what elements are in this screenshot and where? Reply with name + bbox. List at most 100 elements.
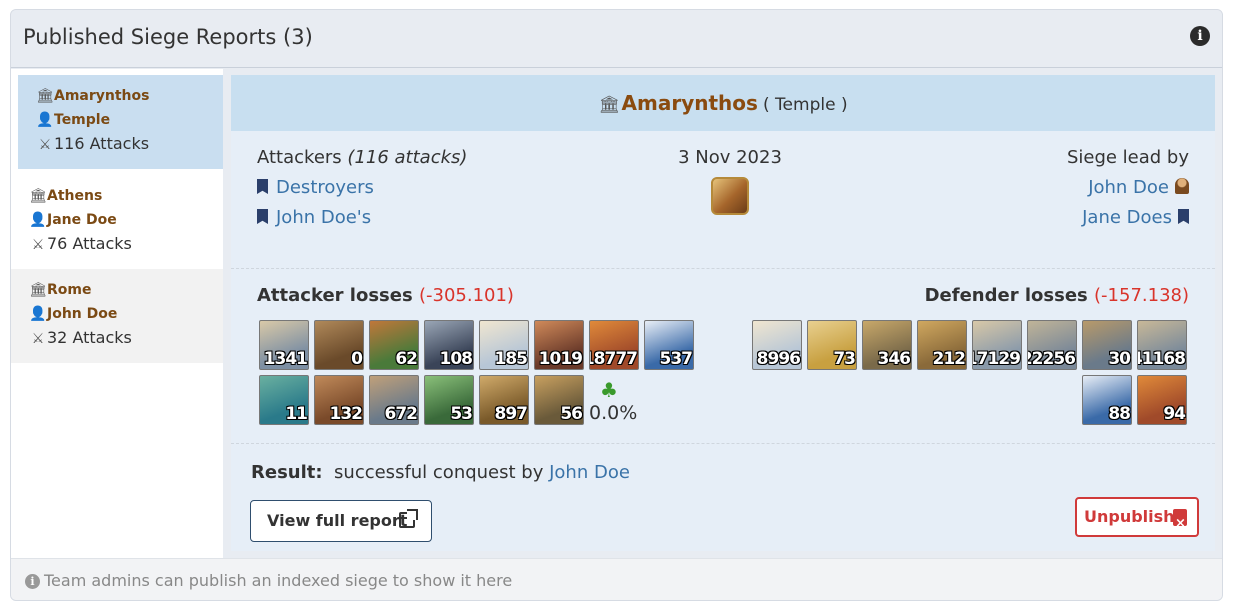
- trash-icon: [1173, 506, 1187, 542]
- attackers-column: Attackers (116 attacks) Destroyers John …: [257, 143, 467, 233]
- attack-count: 32 Attacks: [47, 328, 132, 347]
- panel-footer: i Team admins can publish an indexed sieg…: [11, 558, 1222, 600]
- report-header: 🏛 Amarynthos ( Temple ): [231, 75, 1215, 131]
- panel-header: Published Siege Reports (3) i: [11, 10, 1222, 68]
- siege-lead-label: Siege lead by: [1066, 147, 1189, 168]
- trireme-icon: 537: [644, 320, 694, 370]
- attackers-label: Attackers (116 attacks): [257, 147, 468, 168]
- city-link[interactable]: Amarynthos: [54, 88, 149, 104]
- manticore-unit-icon: 62: [369, 320, 419, 370]
- unit-count: 11: [285, 404, 308, 424]
- defender-losses-title: Defender losses (-157.138): [924, 285, 1189, 306]
- slinger-unit-icon: 22256: [1027, 320, 1077, 370]
- alliance-flag-icon: [257, 209, 268, 224]
- god-portrait-icon: [711, 177, 749, 215]
- player-link[interactable]: Jane Doe: [47, 212, 117, 228]
- chariot-unit-icon: 56: [534, 375, 584, 425]
- unit-count: 185: [494, 349, 528, 369]
- archer-unit-icon: 73: [807, 320, 857, 370]
- unit-count: 0: [351, 349, 363, 369]
- trireme-icon: 88: [1082, 375, 1132, 425]
- date-column: 3 Nov 2023: [675, 143, 785, 215]
- horseman-unit-icon: 346: [862, 320, 912, 370]
- fire-ship-icon: 94: [1137, 375, 1187, 425]
- info-icon[interactable]: i: [1190, 26, 1210, 46]
- city-link[interactable]: Athens: [47, 188, 102, 204]
- result-line: Result: successful conquest by John Doe: [251, 462, 630, 483]
- temple-icon: 🏛: [29, 188, 47, 204]
- unit-count: 53: [450, 404, 473, 424]
- unit-count: 73: [833, 349, 856, 369]
- swords-icon: ⚔: [38, 137, 52, 153]
- attacker-alliance-link[interactable]: Destroyers: [257, 173, 467, 203]
- swords-icon: ⚔: [31, 331, 45, 347]
- city-link[interactable]: Rome: [47, 282, 91, 298]
- report-list-item[interactable]: 🏛Rome 👤John Doe ⚔ 32 Attacks: [11, 269, 223, 363]
- unit-count: 62: [395, 349, 418, 369]
- hoplite-unit-icon: 0: [314, 320, 364, 370]
- unit-count: 88: [1108, 404, 1131, 424]
- unit-count: 22256: [1028, 349, 1076, 369]
- report-detail: 🏛 Amarynthos ( Temple ) Attackers (116 a…: [231, 75, 1215, 551]
- report-list: 🏛Amarynthos 👤Temple ⚔ 116 Attacks 🏛Athens…: [11, 69, 223, 558]
- panel-title: Published Siege Reports (3): [23, 25, 313, 49]
- siege-lead-column: Siege lead by John Doe Jane Does: [1067, 143, 1189, 233]
- luck-clover-icon: ♣: [600, 378, 618, 402]
- player-link[interactable]: Temple: [54, 112, 110, 128]
- attack-count: 76 Attacks: [47, 234, 132, 253]
- siege-lead-player-link[interactable]: John Doe: [1067, 173, 1189, 203]
- chariot-unit-icon: 212: [917, 320, 967, 370]
- unit-count: 672: [384, 404, 418, 424]
- unit-count: 537: [659, 349, 693, 369]
- report-list-item[interactable]: 🏛Amarynthos 👤Temple ⚔ 116 Attacks: [18, 75, 223, 169]
- report-list-item[interactable]: 🏛Athens 👤Jane Doe ⚔ 76 Attacks: [11, 175, 223, 269]
- unit-count: 1019: [538, 349, 583, 369]
- unit-count: 18777: [590, 349, 638, 369]
- attack-count: 116 Attacks: [54, 134, 150, 153]
- luck-value: 0.0%: [589, 402, 638, 424]
- view-full-report-button[interactable]: View full report: [250, 500, 432, 542]
- info-icon: i: [25, 574, 40, 589]
- swords-icon: ⚔: [31, 237, 45, 253]
- unit-count: 1341: [263, 349, 308, 369]
- attacker-losses-title: Attacker losses (-305.101): [257, 285, 514, 306]
- unit-count: 108: [439, 349, 473, 369]
- archer-unit-icon: 672: [369, 375, 419, 425]
- horseman-unit-icon: 897: [479, 375, 529, 425]
- temple-icon: 🏛: [29, 282, 47, 298]
- unit-count: 8996: [756, 349, 801, 369]
- unit-count: 346: [877, 349, 911, 369]
- result-player-link[interactable]: John Doe: [549, 462, 630, 483]
- swordsman-unit-icon: 17129: [972, 320, 1022, 370]
- player-icon: 👤: [36, 112, 54, 128]
- report-city-link[interactable]: Amarynthos: [622, 91, 758, 115]
- result-section: Result: successful conquest by John Doe …: [231, 444, 1215, 551]
- external-link-icon: [399, 509, 418, 528]
- report-city-owner: ( Temple ): [763, 95, 848, 115]
- militia-unit-icon: 41168: [1137, 320, 1187, 370]
- harpy-unit-icon: 108: [424, 320, 474, 370]
- griffin-unit-icon: 1341: [259, 320, 309, 370]
- bireme-icon: 132: [314, 375, 364, 425]
- temple-icon: 🏛: [36, 88, 54, 104]
- fire-ship-icon: 18777: [589, 320, 639, 370]
- unit-count: 132: [329, 404, 363, 424]
- siege-reports-panel: Published Siege Reports (3) i 🏛Amaryntho…: [10, 9, 1223, 601]
- siege-lead-alliance-link[interactable]: Jane Does: [1067, 203, 1189, 233]
- player-link[interactable]: John Doe: [47, 306, 117, 322]
- unit-count: 41168: [1138, 349, 1186, 369]
- unit-count: 897: [494, 404, 528, 424]
- siege-summary: Attackers (116 attacks) Destroyers John …: [231, 131, 1215, 269]
- unit-count: 56: [560, 404, 583, 424]
- siege-date: 3 Nov 2023: [678, 147, 782, 168]
- unpublish-button[interactable]: Unpublish: [1075, 497, 1199, 542]
- player-icon: [1175, 178, 1189, 194]
- cerberus-unit-icon: 1019: [534, 320, 584, 370]
- player-icon: 👤: [29, 306, 47, 322]
- hydra-unit-icon: 53: [424, 375, 474, 425]
- transport-ship-icon: 8996: [752, 320, 802, 370]
- player-icon: 👤: [29, 212, 47, 228]
- losses-section: Attacker losses (-305.101) Defender loss…: [231, 269, 1215, 444]
- attacker-alliance-link[interactable]: John Doe's: [257, 203, 467, 233]
- hoplite-unit-icon: 30: [1082, 320, 1132, 370]
